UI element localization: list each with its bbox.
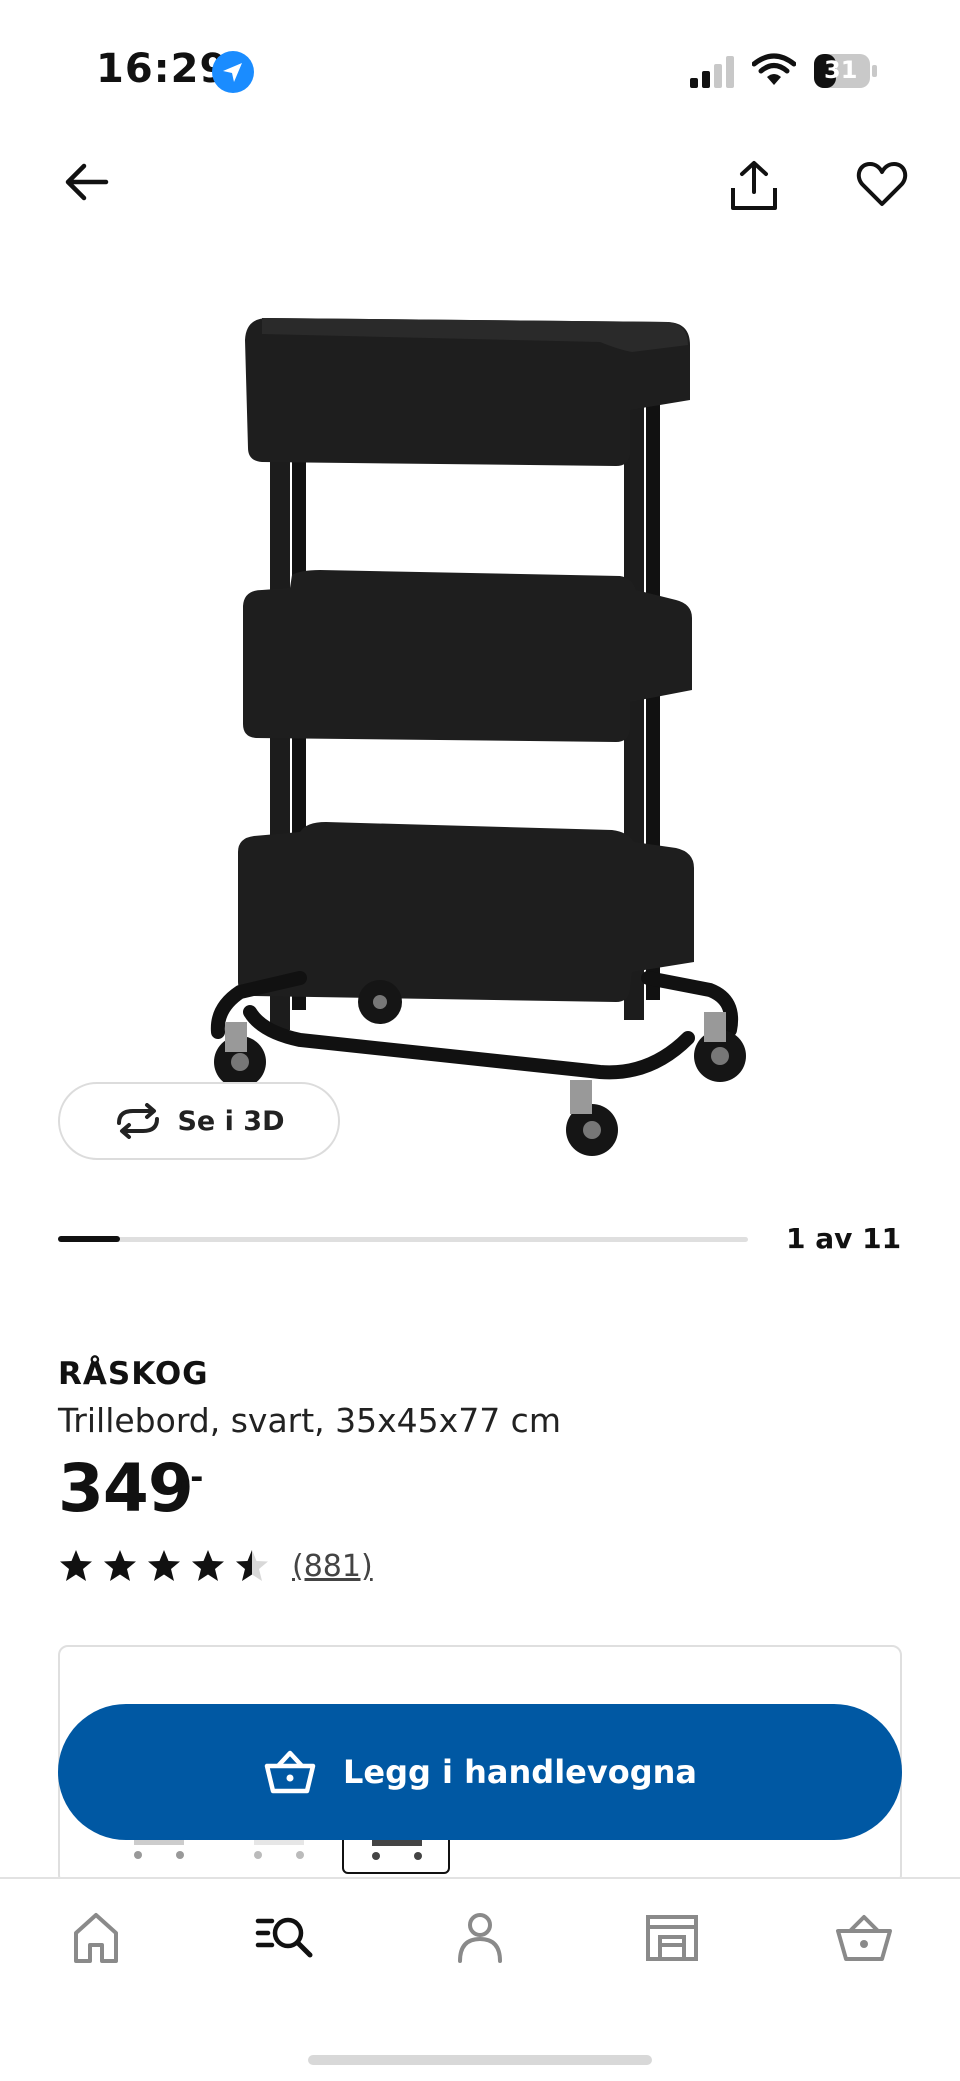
location-arrow-icon <box>212 51 254 93</box>
star-full-icon <box>192 1550 224 1581</box>
view-3d-label: Se i 3D <box>177 1105 285 1137</box>
price-suffix: ,- <box>178 1458 204 1496</box>
rotate-3d-icon <box>117 1103 160 1139</box>
gallery-progress-fill <box>58 1236 120 1242</box>
star-full-icon <box>104 1550 136 1581</box>
profile-icon <box>458 1913 502 1963</box>
review-count-link[interactable]: (881) <box>292 1549 373 1584</box>
star-full-icon <box>148 1550 180 1581</box>
star-full-icon <box>60 1550 92 1581</box>
home-icon <box>74 1913 118 1963</box>
view-3d-button[interactable]: Se i 3D <box>58 1082 340 1160</box>
nav-stores[interactable] <box>640 1905 704 1969</box>
product-image[interactable] <box>200 300 760 1170</box>
back-button[interactable] <box>62 158 110 206</box>
share-button[interactable] <box>728 160 780 212</box>
wifi-icon <box>751 52 797 88</box>
add-to-cart-label: Legg i handlevogna <box>342 1753 697 1791</box>
add-to-cart-button[interactable]: Legg i handlevogna <box>58 1704 902 1840</box>
basket-icon <box>836 1915 892 1961</box>
basket-icon <box>264 1750 316 1794</box>
product-description: Trillebord, svart, 35x45x77 cm <box>58 1401 561 1440</box>
store-icon <box>646 1915 698 1961</box>
product-name: RÅSKOG <box>58 1356 209 1392</box>
utility-cart-image <box>210 318 746 1156</box>
nav-cart[interactable] <box>832 1905 896 1969</box>
gallery-page-indicator: 1 av 11 <box>786 1222 902 1255</box>
status-time: 16:29 <box>96 46 229 92</box>
nav-home[interactable] <box>64 1905 128 1969</box>
gallery-progress-track <box>58 1237 748 1242</box>
nav-search[interactable] <box>254 1905 318 1969</box>
share-icon <box>731 161 777 210</box>
battery-icon: 31 <box>814 54 878 88</box>
product-rating[interactable]: (881) <box>58 1548 373 1584</box>
home-indicator <box>308 2055 652 2065</box>
battery-level: 31 <box>824 56 858 84</box>
signal-icon <box>690 56 736 88</box>
search-list-icon <box>255 1917 313 1958</box>
favourite-button[interactable] <box>856 160 908 208</box>
nav-profile[interactable] <box>448 1905 512 1969</box>
star-half-icon <box>236 1550 268 1581</box>
back-arrow-icon <box>65 163 109 201</box>
product-price: 349 <box>58 1450 194 1527</box>
heart-icon <box>856 162 908 206</box>
